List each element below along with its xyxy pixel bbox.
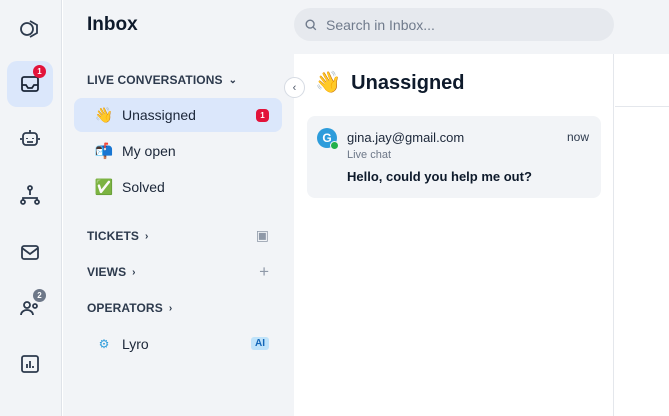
waving-hand-icon: 👋 (315, 71, 342, 94)
inbox-nav-button[interactable]: 1 (7, 61, 53, 107)
divider (615, 106, 669, 107)
tickets-header[interactable]: TICKETS › (87, 229, 148, 243)
inbox-sidebar: Inbox LIVE CONVERSATIONS ⌄ 👋 Unassigned … (63, 0, 294, 416)
waving-hand-icon: 👋 (94, 107, 114, 124)
conversation-channel: Live chat (347, 149, 392, 161)
nav-item-label: Solved (122, 179, 165, 195)
conversation-list-panel: 👋 Unassigned G gina.jay@gmail.com now Li… (295, 54, 614, 416)
shapes-icon (20, 20, 38, 38)
nav-item-my-open[interactable]: 📬 My open (74, 134, 282, 168)
online-status-dot (330, 141, 339, 150)
icon-rail: 1 2 (0, 0, 62, 416)
inbox-badge: 1 (33, 65, 46, 78)
bot-icon (20, 130, 40, 146)
analytics-nav-button[interactable] (7, 341, 53, 387)
nav-item-label: My open (122, 143, 176, 159)
views-label: VIEWS (87, 265, 127, 279)
contacts-badge: 2 (33, 289, 46, 302)
operators-label: OPERATORS (87, 301, 163, 315)
ai-tag: AI (251, 337, 269, 350)
live-conversations-label: LIVE CONVERSATIONS (87, 73, 223, 87)
flow-tree-icon (20, 185, 40, 205)
avatar: G (317, 128, 339, 150)
add-view-icon[interactable]: + (259, 262, 269, 282)
conversation-preview: Hello, could you help me out? (347, 169, 532, 184)
live-conversations-header[interactable]: LIVE CONVERSATIONS ⌄ (87, 73, 237, 87)
panel-title-text: Unassigned (351, 71, 465, 94)
check-mark-icon: ✅ (94, 179, 114, 196)
bot-nav-button[interactable] (7, 115, 53, 161)
conversation-email: gina.jay@gmail.com (347, 130, 465, 145)
inbox-title: Inbox (87, 14, 138, 35)
contacts-nav-button[interactable]: 2 (7, 285, 53, 331)
unassigned-count-badge: 1 (256, 109, 269, 122)
nav-item-solved[interactable]: ✅ Solved (74, 170, 282, 204)
shapes-logo-button[interactable] (7, 6, 53, 52)
tickets-label: TICKETS (87, 229, 140, 243)
chevron-right-icon: › (168, 302, 173, 314)
ticket-add-icon[interactable]: ▣ (256, 227, 269, 244)
chevron-right-icon: › (132, 266, 136, 278)
mail-nav-button[interactable] (7, 229, 53, 275)
conversation-card[interactable]: G gina.jay@gmail.com now Live chat Hello… (307, 116, 601, 198)
lyro-bot-icon: ⚙ (98, 337, 110, 351)
nav-item-label: Lyro (122, 336, 149, 352)
search-icon (305, 18, 317, 30)
panel-title: 👋 Unassigned (315, 71, 465, 95)
operators-header[interactable]: OPERATORS › (87, 301, 172, 315)
nav-item-label: Unassigned (122, 107, 196, 123)
nav-item-unassigned[interactable]: 👋 Unassigned 1 (74, 98, 282, 132)
chevron-left-icon: ‹ (292, 81, 297, 94)
conversation-detail-area (615, 54, 669, 416)
flows-nav-button[interactable] (7, 172, 53, 218)
mail-icon (21, 245, 39, 260)
search-input[interactable]: Search in Inbox... (294, 8, 614, 41)
chevron-down-icon: ⌄ (228, 74, 238, 86)
chevron-right-icon: › (145, 230, 149, 242)
collapse-sidebar-button[interactable]: ‹ (284, 77, 305, 98)
conversation-time: now (566, 130, 589, 144)
analytics-icon (21, 355, 39, 373)
search-placeholder: Search in Inbox... (326, 16, 435, 33)
mailbox-icon: 📬 (94, 143, 114, 160)
views-header[interactable]: VIEWS › (87, 265, 136, 279)
